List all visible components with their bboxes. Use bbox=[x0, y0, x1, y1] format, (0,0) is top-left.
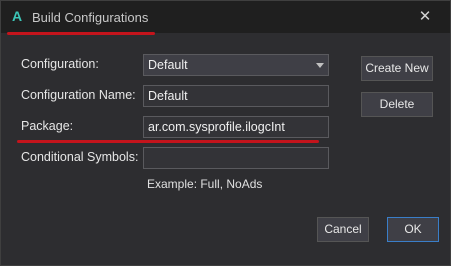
create-new-button[interactable]: Create New bbox=[361, 56, 433, 81]
conditional-symbols-hint: Example: Full, NoAds bbox=[147, 177, 263, 191]
ok-button[interactable]: OK bbox=[387, 217, 439, 242]
configuration-name-input[interactable]: Default bbox=[143, 85, 329, 107]
build-configurations-dialog: A Build Configurations ✕ Configuration: … bbox=[0, 0, 451, 266]
package-label: Package: bbox=[21, 119, 74, 133]
conditional-symbols-input[interactable] bbox=[143, 147, 329, 169]
configuration-selected-value: Default bbox=[148, 58, 188, 72]
package-input[interactable]: ar.com.sysprofile.ilogcInt bbox=[143, 116, 329, 138]
package-annotation-underline bbox=[17, 140, 319, 143]
chevron-down-icon bbox=[316, 63, 324, 68]
conditional-symbols-label: Conditional Symbols: bbox=[21, 150, 139, 164]
configuration-name-label: Configuration Name: bbox=[21, 88, 136, 102]
dialog-title: Build Configurations bbox=[32, 10, 149, 25]
configuration-dropdown[interactable]: Default bbox=[143, 54, 329, 76]
title-annotation-underline bbox=[7, 32, 155, 35]
cancel-button[interactable]: Cancel bbox=[317, 217, 369, 242]
app-logo-icon: A bbox=[12, 8, 23, 24]
title-bar: A Build Configurations ✕ bbox=[1, 1, 450, 33]
configuration-label: Configuration: bbox=[21, 57, 99, 71]
delete-button[interactable]: Delete bbox=[361, 92, 433, 117]
close-icon[interactable]: ✕ bbox=[415, 7, 435, 27]
